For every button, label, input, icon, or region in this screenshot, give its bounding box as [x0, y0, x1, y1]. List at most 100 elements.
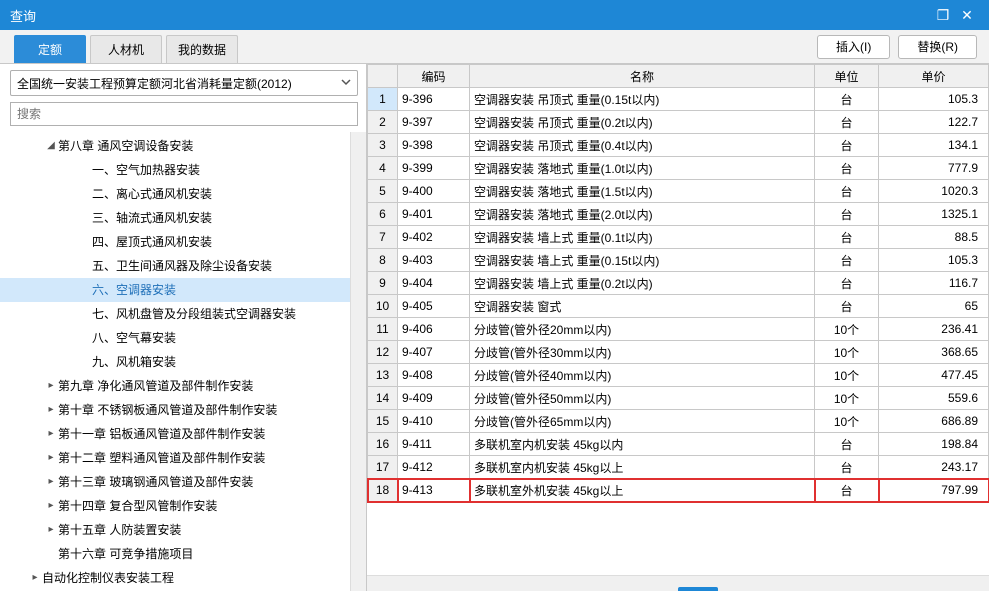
cell-code[interactable]: 9-400 [398, 180, 470, 203]
table-row[interactable]: 119-406分歧管(管外径20mm以内)10个236.41 [368, 318, 989, 341]
cell-name[interactable]: 分歧管(管外径30mm以内) [470, 341, 815, 364]
cell-name[interactable]: 空调器安装 吊顶式 重量(0.4t以内) [470, 134, 815, 157]
cell-unit[interactable]: 台 [815, 88, 879, 111]
cell-unit[interactable]: 台 [815, 295, 879, 318]
cell-price[interactable]: 105.3 [879, 88, 989, 111]
cell-code[interactable]: 9-411 [398, 433, 470, 456]
cell-price[interactable]: 797.99 [879, 479, 989, 502]
cell-code[interactable]: 9-399 [398, 157, 470, 180]
row-header[interactable]: 6 [368, 203, 398, 226]
tree-scrollbar[interactable] [350, 132, 366, 591]
table-row[interactable]: 69-401空调器安装 落地式 重量(2.0t以内)台1325.1 [368, 203, 989, 226]
cell-unit[interactable]: 台 [815, 157, 879, 180]
cell-price[interactable]: 243.17 [879, 456, 989, 479]
tree-node[interactable]: 九、风机箱安装 [0, 350, 366, 374]
row-header[interactable]: 13 [368, 364, 398, 387]
search-input[interactable] [10, 102, 358, 126]
cell-code[interactable]: 9-402 [398, 226, 470, 249]
quota-dropdown[interactable]: 全国统一安装工程预算定额河北省消耗量定额(2012) [10, 70, 358, 96]
table-row[interactable]: 179-412多联机室内机安装 45kg以上台243.17 [368, 456, 989, 479]
tree-node[interactable]: ▸第十二章 塑料通风管道及部件制作安装 [0, 446, 366, 470]
table-row[interactable]: 149-409分歧管(管外径50mm以内)10个559.6 [368, 387, 989, 410]
splitter-handle[interactable] [678, 587, 718, 591]
row-header[interactable]: 11 [368, 318, 398, 341]
cell-name[interactable]: 分歧管(管外径40mm以内) [470, 364, 815, 387]
replace-button[interactable]: 替换(R) [898, 35, 977, 59]
cell-code[interactable]: 9-409 [398, 387, 470, 410]
tree-collapsed-icon[interactable]: ▸ [44, 374, 58, 398]
row-header[interactable]: 12 [368, 341, 398, 364]
cell-code[interactable]: 9-412 [398, 456, 470, 479]
row-header[interactable]: 18 [368, 479, 398, 502]
cell-unit[interactable]: 10个 [815, 364, 879, 387]
table-row[interactable]: 99-404空调器安装 墙上式 重量(0.2t以内)台116.7 [368, 272, 989, 295]
table-row[interactable]: 39-398空调器安装 吊顶式 重量(0.4t以内)台134.1 [368, 134, 989, 157]
tab-2[interactable]: 我的数据 [166, 35, 238, 63]
close-button[interactable]: ✕ [955, 3, 979, 27]
cell-unit[interactable]: 台 [815, 479, 879, 502]
cell-code[interactable]: 9-401 [398, 203, 470, 226]
cell-code[interactable]: 9-397 [398, 111, 470, 134]
cell-unit[interactable]: 10个 [815, 318, 879, 341]
table-row[interactable]: 169-411多联机室内机安装 45kg以内台198.84 [368, 433, 989, 456]
row-header[interactable]: 10 [368, 295, 398, 318]
cell-price[interactable]: 198.84 [879, 433, 989, 456]
table-row[interactable]: 19-396空调器安装 吊顶式 重量(0.15t以内)台105.3 [368, 88, 989, 111]
tree-node[interactable]: ▸第十章 不锈钢板通风管道及部件制作安装 [0, 398, 366, 422]
cell-unit[interactable]: 10个 [815, 387, 879, 410]
tree-collapsed-icon[interactable]: ▸ [44, 422, 58, 446]
cell-name[interactable]: 空调器安装 墙上式 重量(0.1t以内) [470, 226, 815, 249]
cell-unit[interactable]: 台 [815, 433, 879, 456]
cell-name[interactable]: 空调器安装 吊顶式 重量(0.2t以内) [470, 111, 815, 134]
col-price[interactable]: 单价 [879, 65, 989, 88]
table-row[interactable]: 189-413多联机室外机安装 45kg以上台797.99 [368, 479, 989, 502]
tab-0[interactable]: 定额 [14, 35, 86, 63]
row-header[interactable]: 16 [368, 433, 398, 456]
cell-price[interactable]: 105.3 [879, 249, 989, 272]
cell-name[interactable]: 空调器安装 墙上式 重量(0.15t以内) [470, 249, 815, 272]
cell-code[interactable]: 9-396 [398, 88, 470, 111]
cell-name[interactable]: 空调器安装 落地式 重量(2.0t以内) [470, 203, 815, 226]
cell-unit[interactable]: 台 [815, 249, 879, 272]
tree-collapsed-icon[interactable]: ▸ [44, 518, 58, 542]
cell-unit[interactable]: 台 [815, 180, 879, 203]
cell-unit[interactable]: 台 [815, 226, 879, 249]
tree-node[interactable]: 一、空气加热器安装 [0, 158, 366, 182]
tree-collapsed-icon[interactable]: ▸ [44, 398, 58, 422]
cell-price[interactable]: 116.7 [879, 272, 989, 295]
tree-node[interactable]: ▸第十三章 玻璃钢通风管道及部件安装 [0, 470, 366, 494]
tree-node[interactable]: 五、卫生间通风器及除尘设备安装 [0, 254, 366, 278]
tree-node[interactable]: 七、风机盘管及分段组装式空调器安装 [0, 302, 366, 326]
cell-unit[interactable]: 台 [815, 272, 879, 295]
table-row[interactable]: 159-410分歧管(管外径65mm以内)10个686.89 [368, 410, 989, 433]
col-name[interactable]: 名称 [470, 65, 815, 88]
row-header[interactable]: 4 [368, 157, 398, 180]
cell-code[interactable]: 9-413 [398, 479, 470, 502]
tree-node[interactable]: ▸第十一章 铝板通风管道及部件制作安装 [0, 422, 366, 446]
cell-price[interactable]: 88.5 [879, 226, 989, 249]
cell-code[interactable]: 9-405 [398, 295, 470, 318]
tree-node[interactable]: 二、离心式通风机安装 [0, 182, 366, 206]
cell-name[interactable]: 多联机室内机安装 45kg以上 [470, 456, 815, 479]
cell-unit[interactable]: 台 [815, 203, 879, 226]
row-header[interactable]: 9 [368, 272, 398, 295]
cell-unit[interactable]: 台 [815, 134, 879, 157]
cell-unit[interactable]: 10个 [815, 341, 879, 364]
tree-view[interactable]: ◢第八章 通风空调设备安装一、空气加热器安装二、离心式通风机安装三、轴流式通风机… [0, 132, 366, 591]
tree-node[interactable]: 六、空调器安装 [0, 278, 366, 302]
row-header[interactable]: 14 [368, 387, 398, 410]
cell-name[interactable]: 多联机室内机安装 45kg以内 [470, 433, 815, 456]
cell-name[interactable]: 分歧管(管外径50mm以内) [470, 387, 815, 410]
tree-expanded-icon[interactable]: ◢ [44, 134, 58, 158]
row-header[interactable]: 3 [368, 134, 398, 157]
tree-node[interactable]: 八、空气幕安装 [0, 326, 366, 350]
row-header[interactable]: 17 [368, 456, 398, 479]
cell-name[interactable]: 分歧管(管外径65mm以内) [470, 410, 815, 433]
tree-node[interactable]: ▸第十五章 人防装置安装 [0, 518, 366, 542]
tree-node[interactable]: ◢第八章 通风空调设备安装 [0, 134, 366, 158]
table-row[interactable]: 89-403空调器安装 墙上式 重量(0.15t以内)台105.3 [368, 249, 989, 272]
cell-price[interactable]: 777.9 [879, 157, 989, 180]
row-header[interactable]: 1 [368, 88, 398, 111]
cell-code[interactable]: 9-408 [398, 364, 470, 387]
cell-price[interactable]: 65 [879, 295, 989, 318]
